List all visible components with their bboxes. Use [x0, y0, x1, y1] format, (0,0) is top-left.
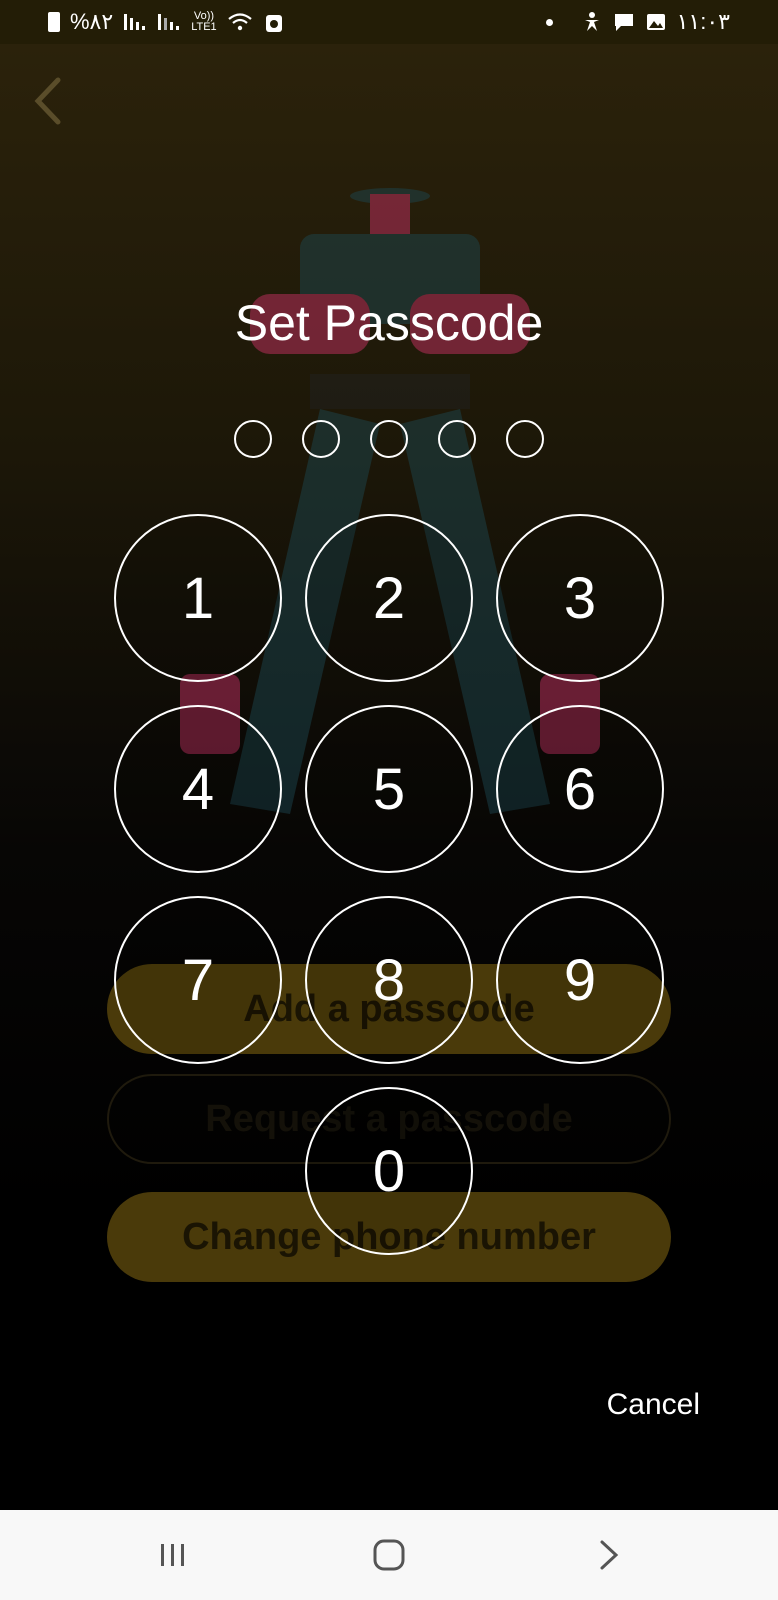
- key-7[interactable]: 7: [114, 896, 282, 1064]
- volte-bottom: LTE1: [191, 21, 217, 33]
- battery-percent: %۸۲: [70, 9, 114, 34]
- key-0[interactable]: 0: [305, 1087, 473, 1255]
- cancel-button[interactable]: Cancel: [607, 1388, 700, 1422]
- battery-icon: [48, 12, 60, 32]
- gallery-icon: [646, 14, 665, 30]
- status-left: %۸۲ Vo)) LTE1: [48, 9, 285, 35]
- status-right: ۱۱:۰۳: [545, 9, 730, 35]
- app-screen: Add a passcode Request a passcode Change…: [0, 44, 778, 1510]
- navigation-bar: [0, 1510, 778, 1600]
- home-icon[interactable]: [372, 1538, 406, 1572]
- key-8[interactable]: 8: [305, 896, 473, 1064]
- volte-icon: Vo)) LTE1: [191, 11, 216, 33]
- chevron-right-icon[interactable]: [592, 1538, 626, 1572]
- numeric-keypad: 1 2 3 4 5 6 7 8 9 0: [0, 44, 778, 1510]
- signal-icon: [124, 14, 146, 30]
- recycle-icon: [265, 15, 282, 32]
- signal-icon: [158, 14, 180, 30]
- clock: ۱۱:۰۳: [676, 9, 730, 34]
- notification-dot-icon: [545, 18, 553, 26]
- key-2[interactable]: 2: [305, 514, 473, 682]
- wifi-icon: [227, 13, 252, 31]
- status-bar: %۸۲ Vo)) LTE1 ۱۱:۰۳: [0, 0, 778, 44]
- accessibility-icon: [584, 12, 599, 31]
- message-icon: [614, 14, 633, 31]
- recents-icon[interactable]: [156, 1538, 190, 1572]
- key-6[interactable]: 6: [496, 705, 664, 873]
- key-9[interactable]: 9: [496, 896, 664, 1064]
- key-4[interactable]: 4: [114, 705, 282, 873]
- key-5[interactable]: 5: [305, 705, 473, 873]
- key-1[interactable]: 1: [114, 514, 282, 682]
- key-3[interactable]: 3: [496, 514, 664, 682]
